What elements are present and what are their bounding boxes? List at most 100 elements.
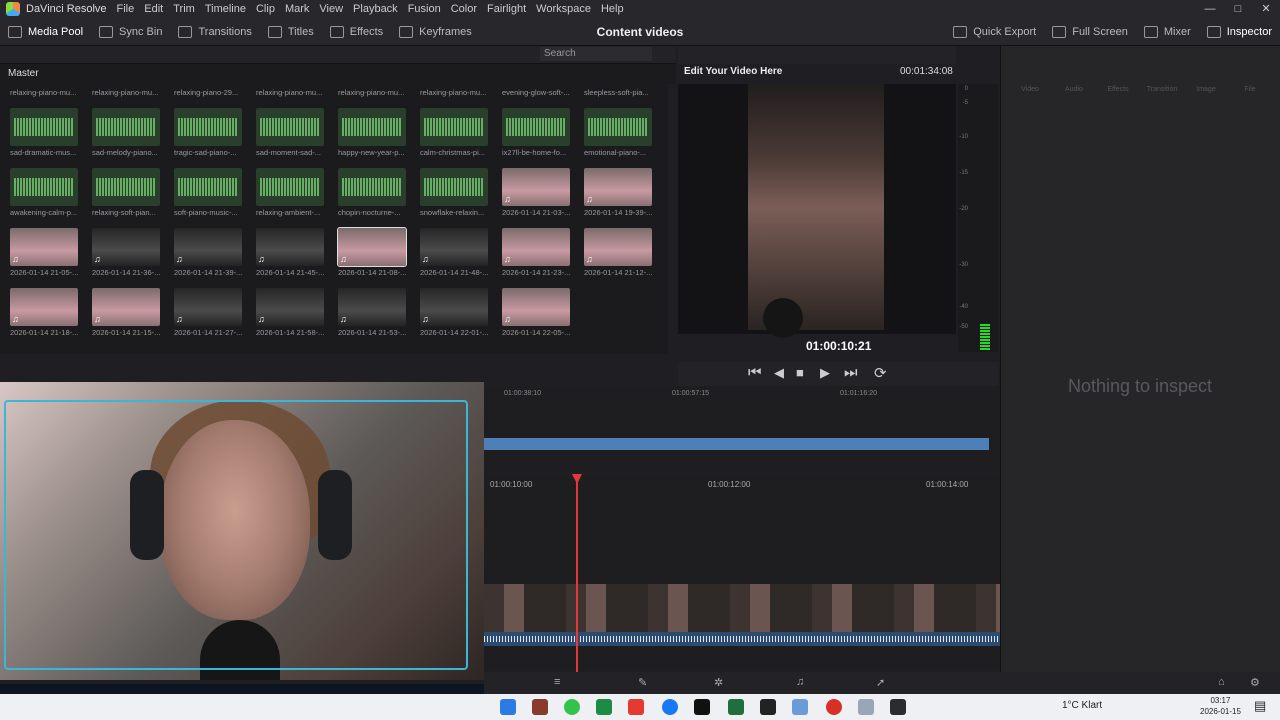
stop-icon[interactable]: ■ [796,365,804,380]
fusion-page-icon[interactable]: ✎ [638,676,647,689]
play-reverse-icon[interactable]: ◀ [774,365,784,381]
weather-text[interactable]: 1°C Klart [1062,700,1102,711]
transitions-button[interactable]: Transitions [170,18,259,46]
media-clip[interactable]: snowflake-relaxin... [420,168,502,228]
media-clip[interactable]: calm-christmas-pi... [420,108,502,168]
clip-thumbnail: ♫ [92,288,160,326]
menu-file[interactable]: File [117,3,135,15]
media-clip[interactable]: relaxing-soft-pian... [92,168,174,228]
video-track-clip[interactable] [484,584,1000,632]
app-taskbar-icon[interactable] [760,699,776,715]
app-taskbar-icon[interactable] [858,699,874,715]
menu-clip[interactable]: Clip [256,3,275,15]
settings-icon[interactable]: ⚙ [1250,676,1260,689]
davinci-taskbar-icon[interactable] [890,699,906,715]
app-taskbar-icon[interactable] [826,699,842,715]
media-clip[interactable]: ♫ 2026-01-14 21-36-... [92,228,174,288]
media-clip[interactable]: ♫ 2026-01-14 21-05-... [10,228,92,288]
media-clip[interactable]: ♫ 2026-01-14 21-45-... [256,228,338,288]
media-clip[interactable]: ♫ 2026-01-14 21-08-... [337,227,420,288]
media-clip[interactable]: relaxing-ambient-... [256,168,338,228]
media-clip[interactable]: ♫ 2026-01-14 22-01-... [420,288,502,348]
media-clip[interactable]: sad-moment-sad-... [256,108,338,168]
media-clip[interactable]: ix27ll-be-home-fo... [502,108,584,168]
play-icon[interactable]: ▶ [820,365,830,381]
media-clip[interactable]: ♫ 2026-01-14 21-58-... [256,288,338,348]
menu-playback[interactable]: Playback [353,3,398,15]
menu-workspace[interactable]: Workspace [536,3,591,15]
menu-edit[interactable]: Edit [144,3,163,15]
playhead[interactable] [576,476,578,672]
media-clip[interactable]: ♫ 2026-01-14 21-23-... [502,228,584,288]
media-clip[interactable]: ♫ 2026-01-14 21-48-... [420,228,502,288]
facebook-icon[interactable] [662,699,678,715]
menu-fusion[interactable]: Fusion [408,3,441,15]
tab-file[interactable]: File [1230,70,1270,98]
media-clip[interactable]: sad-melody-piano... [92,108,174,168]
titles-button[interactable]: Titles [260,18,322,46]
clock[interactable]: 03:17 2026-01-15 [1200,695,1241,717]
color-page-icon[interactable]: ✲ [714,676,723,689]
close-icon[interactable]: ✕ [1252,0,1280,18]
bin-name[interactable]: Master [0,64,676,84]
app-taskbar-icon[interactable] [532,699,548,715]
home-icon[interactable]: ⌂ [1218,676,1225,688]
menu-color[interactable]: Color [451,3,477,15]
app-taskbar-icon[interactable] [596,699,612,715]
tab-video[interactable]: Video [1010,70,1050,98]
full-screen-button[interactable]: Full Screen [1044,18,1136,46]
media-clip[interactable]: chopin-nocturne-... [338,168,420,228]
app-taskbar-icon[interactable] [500,699,516,715]
media-clip[interactable]: tragic-sad-piano-... [174,108,256,168]
fairlight-page-icon[interactable]: ♫ [796,676,804,688]
media-clip[interactable]: happy-new-year-p... [338,108,420,168]
media-clip[interactable]: ♫ 2026-01-14 21-12-... [584,228,666,288]
media-clip[interactable]: ♫ 2026-01-14 21-53-... [338,288,420,348]
youtube-icon[interactable] [628,699,644,715]
maximize-icon[interactable]: □ [1224,0,1252,18]
menu-fairlight[interactable]: Fairlight [487,3,526,15]
media-clip[interactable]: awakening-calm-p... [10,168,92,228]
tab-audio[interactable]: Audio [1054,70,1094,98]
cut-page-icon[interactable]: ≡ [554,676,560,688]
search-input[interactable]: Search [540,47,652,61]
tab-transition[interactable]: Transition [1142,70,1182,98]
upper-timeline-clip[interactable] [484,438,989,450]
media-pool-button[interactable]: Media Pool [0,18,91,46]
loop-icon[interactable]: ⟳ [874,364,887,382]
media-clip[interactable]: sad-dramatic-mus... [10,108,92,168]
app-taskbar-icon[interactable] [792,699,808,715]
mixer-button[interactable]: Mixer [1136,18,1199,46]
tab-effects[interactable]: Effects [1098,70,1138,98]
minimize-icon[interactable]: — [1196,0,1224,18]
menu-view[interactable]: View [319,3,343,15]
quick-export-button[interactable]: Quick Export [945,18,1044,46]
media-clip[interactable]: soft-piano-music-... [174,168,256,228]
timeline-selector[interactable]: Edit Your Video Here [684,66,782,77]
media-clip[interactable]: emotional-piano-... [584,108,666,168]
menu-trim[interactable]: Trim [173,3,195,15]
media-clip[interactable]: ♫ 2026-01-14 21-15-... [92,288,174,348]
media-clip[interactable]: ♫ 2026-01-14 21-18-... [10,288,92,348]
menu-timeline[interactable]: Timeline [205,3,246,15]
tab-image[interactable]: Image [1186,70,1226,98]
deliver-page-icon[interactable]: ➚ [876,676,885,689]
media-clip[interactable]: ♫ 2026-01-14 21-27-... [174,288,256,348]
skip-end-icon[interactable]: ⏭ [844,364,858,381]
keyframes-button[interactable]: Keyframes [391,18,480,46]
audio-track-clip[interactable] [484,632,1000,646]
notification-icon[interactable]: ▤ [1254,698,1266,714]
effects-button[interactable]: Effects [322,18,391,46]
app-taskbar-icon[interactable] [564,699,580,715]
sync-bin-button[interactable]: Sync Bin [91,18,170,46]
media-clip[interactable]: ♫ 2026-01-14 21-03-... [502,168,584,228]
excel-icon[interactable] [728,699,744,715]
media-clip[interactable]: ♫ 2026-01-14 22-05-... [502,288,584,348]
app-taskbar-icon[interactable] [694,699,710,715]
menu-help[interactable]: Help [601,3,624,15]
media-clip[interactable]: ♫ 2026-01-14 19-39-... [584,168,666,228]
skip-start-icon[interactable]: ⏮ [748,364,762,381]
menu-mark[interactable]: Mark [285,3,309,15]
inspector-button[interactable]: Inspector [1199,18,1280,46]
media-clip[interactable]: ♫ 2026-01-14 21-39-... [174,228,256,288]
